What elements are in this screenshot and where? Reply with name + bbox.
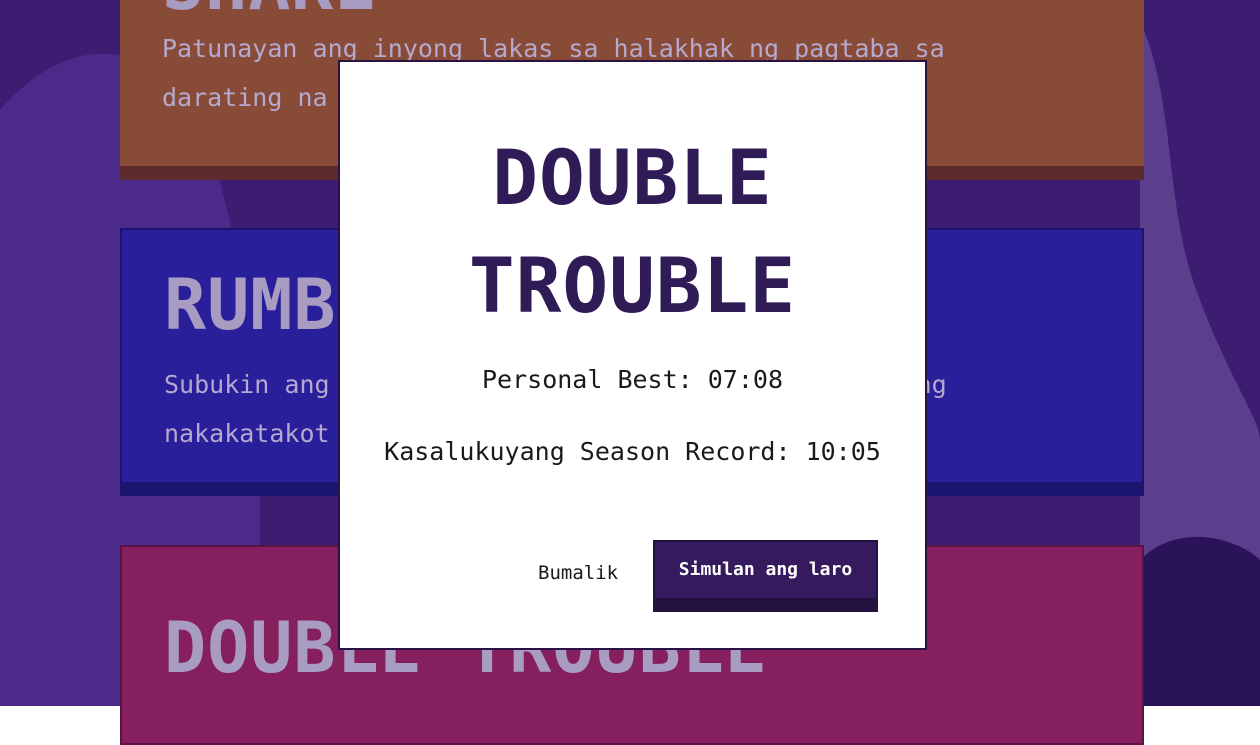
game-start-dialog: DOUBLE TROUBLE Personal Best: 07:08 Kasa… [338, 60, 927, 650]
dialog-title: DOUBLE TROUBLE [468, 133, 797, 330]
personal-best-text: Personal Best: 07:08 [481, 365, 784, 394]
back-button[interactable]: Bumalik [538, 562, 618, 584]
season-record-text: Kasalukuyang Season Record: 10:05 [384, 437, 881, 466]
start-game-button[interactable]: Simulan ang laro [653, 540, 878, 612]
